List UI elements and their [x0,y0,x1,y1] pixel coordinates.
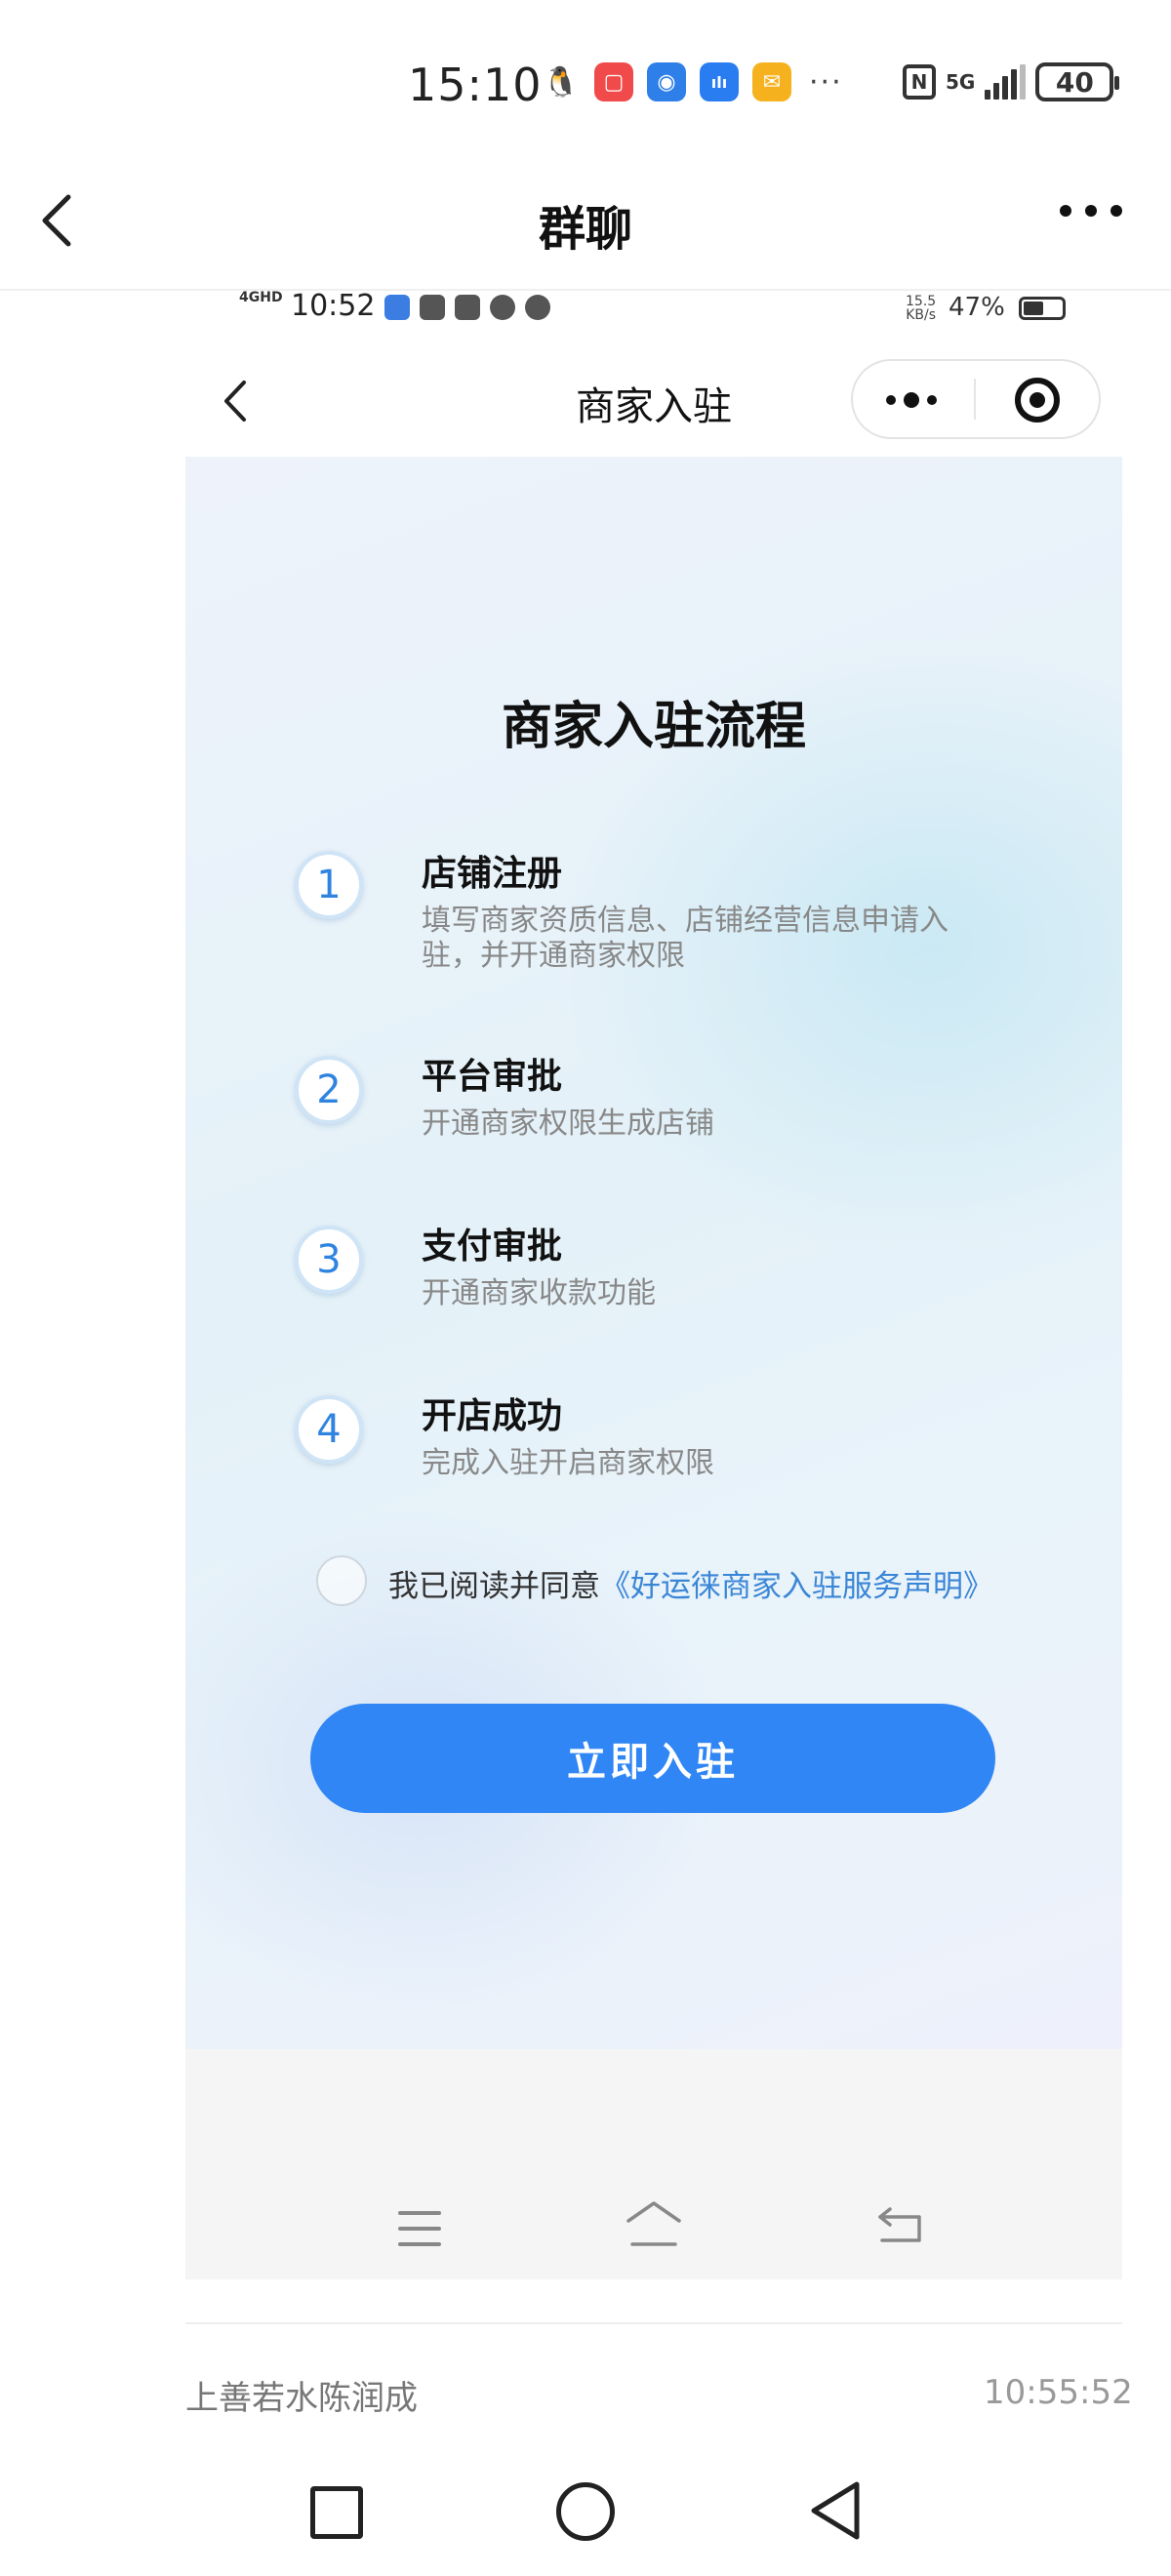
mail-icon: ✉ [752,62,791,101]
inner-home-icon [626,2201,681,2246]
inner-status-time: 10:52 [291,289,376,323]
inner-battery-icon [1019,297,1066,320]
capsule-more-icon[interactable] [886,392,937,408]
agreement-link[interactable]: 《好运徕商家入驻服务声明》 [600,1569,993,1604]
signal-icon [985,64,1027,100]
nfc-icon: N [903,64,936,100]
join-now-button[interactable]: 立即入驻 [310,1704,995,1813]
step-title-2: 平台审批 [422,1057,563,1097]
inner-battery-percent: 47% [949,293,1005,322]
step-number-2: 2 [295,1056,363,1124]
recent-apps-icon[interactable] [310,2486,363,2539]
step-desc-2: 开通商家权限生成店铺 [422,1107,714,1141]
inner-network-type: 4GHD [239,290,283,305]
inner-doc-icon [455,295,480,320]
capsule-divider [974,379,976,420]
battery-level: 40 [1055,65,1094,99]
step-number-4: 4 [295,1395,363,1464]
inner-status-icons [384,295,550,320]
message-divider [185,2322,1122,2324]
step-desc-3: 开通商家收款功能 [422,1276,656,1310]
status-right: N 5G 40 [903,62,1120,101]
inner-face-icon [525,295,550,320]
home-icon[interactable] [556,2482,615,2541]
inner-chat-icon [490,295,515,320]
status-more-icon: ··· [809,64,843,100]
step-number-3: 3 [295,1226,363,1294]
page-title: 群聊 [538,202,632,257]
battery-icon: 40 [1035,62,1120,101]
status-time: 15:10 [408,59,543,111]
system-back-icon[interactable] [806,2478,865,2543]
step-title-1: 店铺注册 [422,854,563,894]
agreement-text: 我已阅读并同意《好运徕商家入驻服务声明》 [388,1561,993,1605]
voice-app-icon: ılı [700,62,739,101]
blue-app-icon: ◉ [647,62,686,101]
agreement-prefix: 我已阅读并同意 [388,1569,600,1604]
capsule-close-icon[interactable] [1015,378,1060,423]
more-menu-icon[interactable] [1060,205,1122,217]
inner-app-icon [384,295,410,320]
step-number-1: 1 [295,851,363,919]
message-time: 10:55:52 [984,2373,1133,2412]
process-title: 商家入驻流程 [501,698,806,756]
inner-play-icon [420,295,445,320]
agreement-checkbox[interactable] [316,1555,367,1606]
network-type: 5G [946,70,976,94]
inner-return-icon [878,2207,921,2242]
inner-net-speed: 15.5 KB/s [906,294,937,323]
status-app-icons: 🐧 ▢ ◉ ılı ✉ ··· [542,62,843,101]
step-title-3: 支付审批 [422,1227,563,1267]
header-divider [0,289,1171,291]
message-sender[interactable]: 上善若水陈润成 [185,2371,418,2419]
step-desc-1: 填写商家资质信息、店铺经营信息申请入驻，并开通商家权限 [422,904,949,973]
qq-icon: 🐧 [542,62,581,101]
inner-menu-icon [398,2211,441,2258]
red-app-icon: ▢ [594,62,633,101]
step-title-4: 开店成功 [422,1396,563,1436]
step-desc-4: 完成入驻开启商家权限 [422,1446,714,1480]
